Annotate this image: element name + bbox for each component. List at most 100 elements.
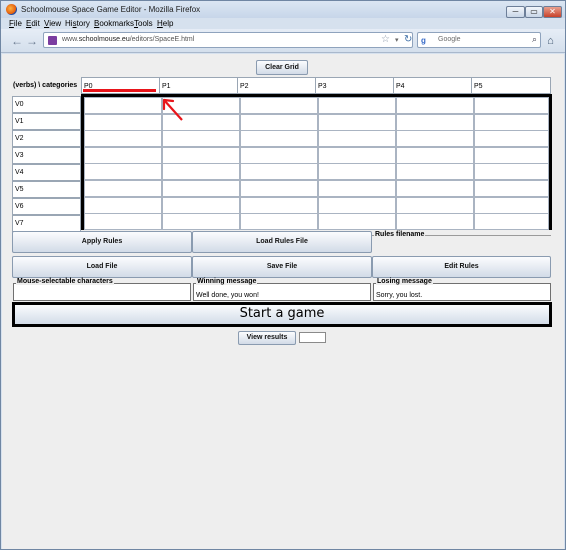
row-label-v2: V2 bbox=[12, 130, 81, 147]
menu-help[interactable]: Help bbox=[157, 19, 173, 28]
grid-cell[interactable] bbox=[396, 196, 474, 214]
reload-icon[interactable]: ↻ bbox=[404, 34, 412, 45]
rules-filename-field: Rules filename bbox=[372, 231, 551, 252]
row-label-v3: V3 bbox=[12, 147, 81, 164]
losing-message-field[interactable]: Losing message Sorry, you lost. bbox=[373, 278, 551, 301]
search-icon[interactable]: ⌕ bbox=[532, 34, 537, 45]
grid-cell[interactable] bbox=[318, 196, 396, 214]
grid-cell[interactable] bbox=[396, 146, 474, 164]
row-label-v4: V4 bbox=[12, 164, 81, 181]
menu-history[interactable]: History bbox=[65, 19, 90, 28]
grid-cell[interactable] bbox=[84, 130, 162, 148]
menu-bookmarks[interactable]: Bookmarks bbox=[94, 19, 134, 28]
grid-cell[interactable] bbox=[318, 146, 396, 164]
grid-cell[interactable] bbox=[318, 213, 396, 231]
close-button[interactable]: ✕ bbox=[543, 6, 562, 18]
home-icon[interactable]: ⌂ bbox=[543, 34, 558, 48]
grid-cell[interactable] bbox=[240, 146, 318, 164]
menu-edit[interactable]: Edit bbox=[26, 19, 40, 28]
grid-cell[interactable] bbox=[474, 163, 549, 181]
grid-cell[interactable] bbox=[162, 196, 240, 214]
grid-cell[interactable] bbox=[474, 146, 549, 164]
row-label-v0: V0 bbox=[12, 96, 81, 113]
grid-cell[interactable] bbox=[474, 180, 549, 197]
grid-cell[interactable] bbox=[84, 213, 162, 231]
menu-file[interactable]: File bbox=[9, 19, 22, 28]
grid-cell[interactable] bbox=[474, 97, 549, 114]
grid-cell[interactable] bbox=[474, 113, 549, 131]
annotation-arrow-icon bbox=[162, 98, 183, 121]
address-text[interactable]: www.schoolmouse.eu/editors/SpaceE.html bbox=[62, 36, 194, 43]
maximize-button[interactable]: ▭ bbox=[525, 6, 543, 18]
grid-cell[interactable] bbox=[396, 97, 474, 114]
grid-corner-label: (verbs) \ categories bbox=[13, 82, 78, 89]
grid-cell[interactable] bbox=[240, 213, 318, 231]
grid-cell[interactable] bbox=[84, 163, 162, 181]
grid-cell[interactable] bbox=[84, 196, 162, 214]
apply-rules-button[interactable]: Apply Rules bbox=[12, 231, 192, 253]
row-label-v6: V6 bbox=[12, 198, 81, 215]
grid-cell[interactable] bbox=[474, 130, 549, 148]
column-header-p1: P1 bbox=[159, 77, 238, 94]
rules-grid bbox=[81, 94, 552, 231]
minimize-button[interactable]: ─ bbox=[506, 6, 525, 18]
grid-cell[interactable] bbox=[162, 180, 240, 197]
grid-cell[interactable] bbox=[84, 180, 162, 197]
winning-message-legend: Winning message bbox=[196, 278, 258, 285]
menu-tools[interactable]: Tools bbox=[134, 19, 153, 28]
grid-cell[interactable] bbox=[318, 180, 396, 197]
grid-cell[interactable] bbox=[240, 196, 318, 214]
winning-message-field[interactable]: Winning message Well done, you won! bbox=[193, 278, 371, 301]
grid-cell[interactable] bbox=[396, 113, 474, 131]
grid-cell[interactable] bbox=[162, 130, 240, 148]
start-game-button[interactable]: Start a game bbox=[12, 302, 552, 327]
grid-cell[interactable] bbox=[240, 180, 318, 197]
grid-cell[interactable] bbox=[84, 113, 162, 131]
mouse-characters-field[interactable]: Mouse-selectable characters bbox=[13, 278, 191, 301]
losing-message-value[interactable]: Sorry, you lost. bbox=[376, 292, 422, 299]
browser-window: Schoolmouse Space Game Editor - Mozilla … bbox=[0, 0, 566, 550]
grid-cell[interactable] bbox=[396, 130, 474, 148]
forward-arrow-icon[interactable]: → bbox=[25, 34, 39, 48]
load-file-button[interactable]: Load File bbox=[12, 256, 192, 278]
address-bar[interactable]: www.schoolmouse.eu/editors/SpaceE.html ☆… bbox=[43, 32, 413, 48]
grid-cell[interactable] bbox=[240, 113, 318, 131]
grid-cell[interactable] bbox=[396, 180, 474, 197]
history-dropdown-icon[interactable]: ▾ bbox=[395, 36, 399, 44]
grid-cell[interactable] bbox=[474, 213, 549, 231]
google-icon[interactable]: g bbox=[421, 36, 430, 45]
menu-view[interactable]: View bbox=[44, 19, 61, 28]
winning-message-value[interactable]: Well done, you won! bbox=[196, 292, 259, 299]
grid-cell[interactable] bbox=[318, 130, 396, 148]
grid-cell[interactable] bbox=[240, 130, 318, 148]
grid-cell[interactable] bbox=[162, 146, 240, 164]
clear-grid-button[interactable]: Clear Grid bbox=[256, 60, 308, 75]
grid-cell[interactable] bbox=[318, 163, 396, 181]
edit-rules-button[interactable]: Edit Rules bbox=[372, 256, 551, 278]
site-favicon-icon bbox=[48, 36, 57, 45]
grid-cell[interactable] bbox=[84, 97, 162, 114]
grid-cell[interactable] bbox=[240, 97, 318, 114]
save-file-button[interactable]: Save File bbox=[192, 256, 372, 278]
grid-cell[interactable] bbox=[474, 196, 549, 214]
column-header-p4: P4 bbox=[393, 77, 472, 94]
view-results-button[interactable]: View results bbox=[238, 331, 296, 345]
column-header-p5: P5 bbox=[471, 77, 551, 94]
grid-cell[interactable] bbox=[396, 163, 474, 181]
menu-bar: File Edit View History Bookmarks Tools H… bbox=[1, 18, 565, 29]
grid-cell[interactable] bbox=[240, 163, 318, 181]
row-label-v5: V5 bbox=[12, 181, 81, 198]
grid-cell[interactable] bbox=[84, 146, 162, 164]
search-box[interactable]: g Google ⌕ bbox=[417, 32, 541, 48]
title-bar: Schoolmouse Space Game Editor - Mozilla … bbox=[1, 1, 565, 18]
bookmark-star-icon[interactable]: ☆ bbox=[381, 34, 390, 45]
page-content: Clear Grid (verbs) \ categories P0 P1 P2… bbox=[2, 54, 564, 549]
back-arrow-icon[interactable]: ← bbox=[10, 34, 24, 48]
grid-cell[interactable] bbox=[162, 163, 240, 181]
grid-cell[interactable] bbox=[318, 97, 396, 114]
grid-cell[interactable] bbox=[318, 113, 396, 131]
grid-cell[interactable] bbox=[396, 213, 474, 231]
grid-cell[interactable] bbox=[162, 213, 240, 231]
results-field[interactable] bbox=[299, 332, 326, 343]
load-rules-file-button[interactable]: Load Rules File bbox=[192, 231, 372, 253]
